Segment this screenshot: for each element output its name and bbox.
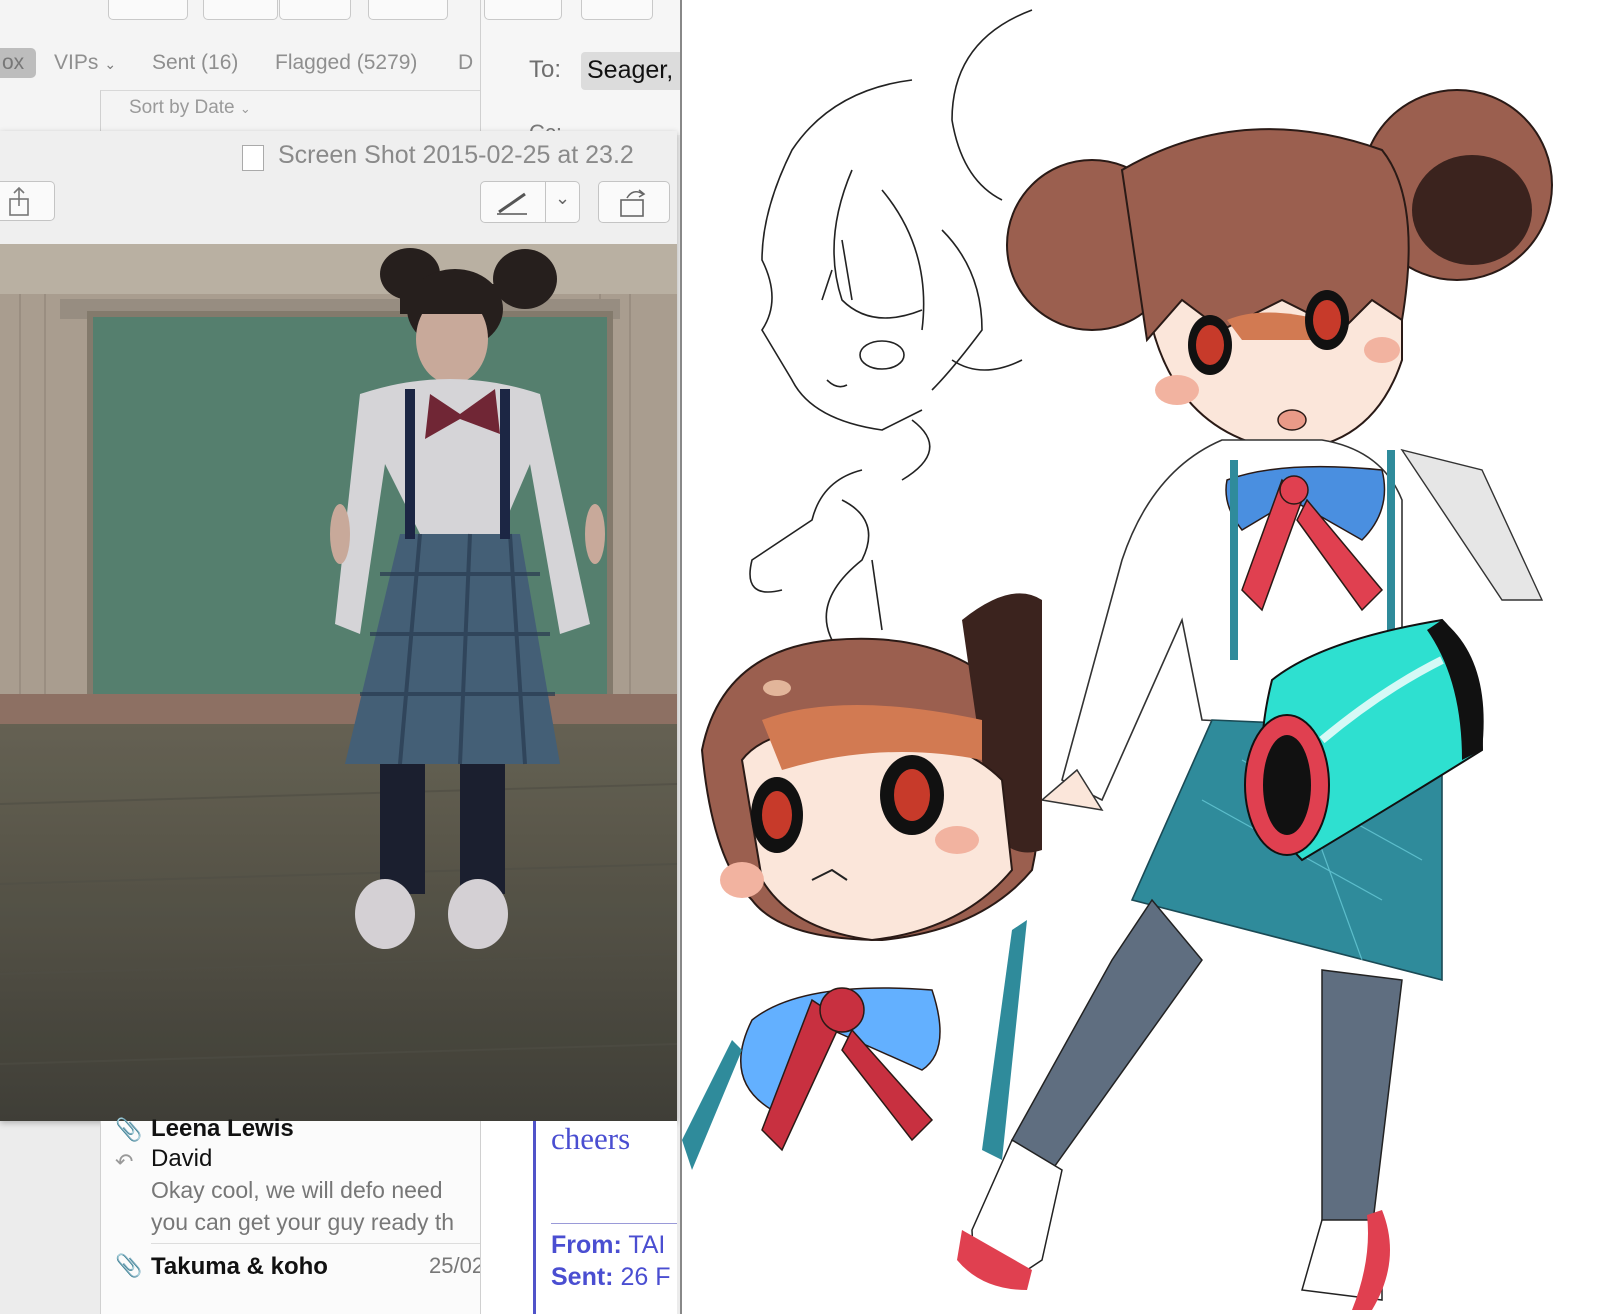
compose-body[interactable]: cheers From: TAI Sent: 26 F xyxy=(480,1121,677,1314)
paperclip-icon: 📎 xyxy=(115,1253,143,1278)
sent-label: Sent: xyxy=(551,1263,614,1291)
pen-icon xyxy=(497,192,527,215)
quoted-sent-line: Sent: 26 F xyxy=(551,1263,670,1292)
reply-icon: ↶ xyxy=(115,1149,134,1174)
closeup-character xyxy=(682,593,1042,1170)
mailbox-label: D xyxy=(458,51,474,74)
markup-toolbar-button[interactable]: ⌄ xyxy=(480,181,580,223)
to-label: To: xyxy=(529,56,562,83)
separator xyxy=(545,182,546,222)
message-subject: David xyxy=(151,1145,213,1172)
mailbox-label: ox xyxy=(2,51,25,74)
photo-illustration xyxy=(0,244,677,1121)
photo-image xyxy=(0,244,677,1121)
mailbox-inbox[interactable]: ox xyxy=(0,48,36,78)
from-label: From: xyxy=(551,1231,622,1259)
mailbox-drafts[interactable]: D xyxy=(458,48,473,78)
sketch-lines xyxy=(749,9,1033,641)
format-button[interactable] xyxy=(581,0,653,20)
chevron-down-icon: ⌄ xyxy=(104,56,117,72)
drawing-canvas[interactable] xyxy=(680,0,1612,1314)
share-icon xyxy=(9,186,29,216)
message-preview-line: you can get your guy ready th xyxy=(151,1209,455,1235)
quote-divider xyxy=(551,1223,677,1224)
mailbox-label: Flagged (5279) xyxy=(275,51,418,74)
sort-label: Sort by Date xyxy=(129,97,235,118)
document-icon xyxy=(242,145,264,171)
mailbox-vips[interactable]: VIPs ⌄ xyxy=(54,48,116,78)
sort-bar: Sort by Date ⌄ xyxy=(100,90,480,132)
quoted-from-line: From: TAI xyxy=(551,1231,665,1260)
attach-button[interactable] xyxy=(484,0,562,20)
compose-window: To: Seager, Cc: xyxy=(480,0,691,135)
rotate-icon xyxy=(620,189,646,217)
junk-button[interactable] xyxy=(279,0,351,20)
rotate-button[interactable] xyxy=(598,181,670,223)
share-button[interactable] xyxy=(0,181,55,221)
mail-window: ox VIPs ⌄ Sent (16) Flagged (5279) D Sort… xyxy=(0,0,480,140)
message-sender: Leena Lewis xyxy=(151,1115,294,1142)
main-character xyxy=(957,89,1553,1310)
mailbox-flagged[interactable]: Flagged (5279) xyxy=(275,48,417,78)
window-title: Screen Shot 2015-02-25 at 23.2 xyxy=(278,141,634,169)
message-list: 📎 Leena Lewis ↶ David Okay cool, we will… xyxy=(100,1115,481,1314)
recipient-token[interactable]: Seager, xyxy=(581,52,691,90)
divider xyxy=(151,1243,481,1244)
reply-all-button[interactable] xyxy=(368,0,448,20)
chevron-down-icon[interactable]: ⌄ xyxy=(555,188,570,209)
compose-button[interactable] xyxy=(108,0,188,20)
from-value: TAI xyxy=(628,1231,666,1259)
sort-by-date-dropdown[interactable]: Sort by Date ⌄ xyxy=(129,97,251,119)
mailbox-label: Sent (16) xyxy=(152,51,239,74)
message-preview-line: Okay cool, we will defo need xyxy=(151,1177,443,1203)
body-text: cheers xyxy=(551,1121,631,1156)
preview-window: Screen Shot 2015-02-25 at 23.2 ⌄ xyxy=(0,131,677,1121)
paperclip-icon: 📎 xyxy=(115,1117,143,1142)
message-sender: Takuma & koho xyxy=(151,1253,328,1280)
mailbox-sent[interactable]: Sent (16) xyxy=(152,48,238,78)
sent-value: 26 F xyxy=(620,1263,671,1291)
quote-bar xyxy=(533,1121,536,1314)
mailbox-label: VIPs xyxy=(54,51,99,74)
chevron-down-icon: ⌄ xyxy=(239,101,251,116)
archive-button[interactable] xyxy=(203,0,278,20)
character-illustration xyxy=(682,9,1553,1310)
message-date: 25/02/2 xyxy=(429,1253,481,1278)
